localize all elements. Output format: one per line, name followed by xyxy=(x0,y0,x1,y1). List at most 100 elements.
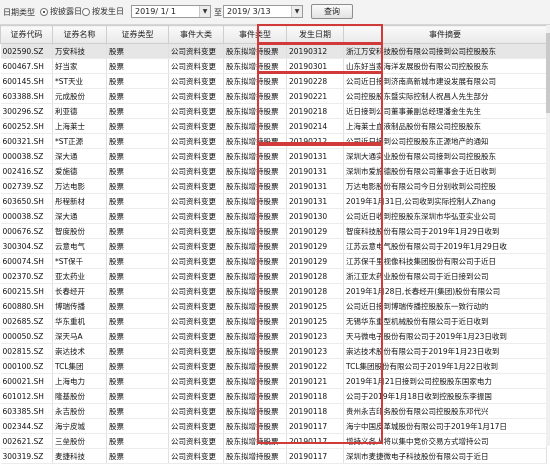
table-row[interactable]: 002344.SZ 海宁皮城 股票 公司资料变更 股东拟增持股票 20190117 海宁中国… xyxy=(0,418,547,434)
cell-code: 002370.SZ xyxy=(0,268,53,284)
table-row[interactable]: 300304.SZ 云意电气 股票 公司资料变更 股东拟增持股票 20190129 江苏云意… xyxy=(0,238,547,254)
cell-date: 20190129 xyxy=(286,238,344,254)
cell-summary: 公司近日收到控股股东深圳市华弘亚实业公司 xyxy=(343,208,547,224)
chevron-down-icon[interactable]: ▼ xyxy=(199,6,210,17)
table-row[interactable]: 600215.SH 长春经开 股票 公司资料变更 股东拟增持股票 20190128 2019… xyxy=(0,283,547,299)
cell-code: 002685.SZ xyxy=(0,313,53,329)
cell-event-category: 公司资料变更 xyxy=(168,433,224,449)
cell-security-type: 股票 xyxy=(106,343,169,359)
column-header-summary[interactable]: 事件摘要 xyxy=(343,25,547,44)
cell-security-type: 股票 xyxy=(106,268,169,284)
cell-summary: 天马微电子股份有限公司于2019年1月23日收到 xyxy=(343,328,547,344)
cell-name: 海宁皮城 xyxy=(52,418,107,434)
cell-event-type: 股东拟增持股票 xyxy=(223,118,287,134)
chevron-down-icon[interactable]: ▼ xyxy=(291,6,302,17)
cell-date: 20190301 xyxy=(286,58,344,74)
cell-code: 600467.SH xyxy=(0,58,53,74)
scrollbar-thumb[interactable] xyxy=(546,33,550,113)
cell-code: 600074.SH xyxy=(0,253,53,269)
cell-security-type: 股票 xyxy=(106,43,169,59)
cell-event-category: 公司资料变更 xyxy=(168,298,224,314)
table-row[interactable]: 601012.SH 隆基股份 股票 公司资料变更 股东拟增持股票 20190118 公司于2… xyxy=(0,388,547,404)
table-row[interactable]: 002621.SZ 三垒股份 股票 公司资料变更 股东拟增持股票 20190117 增持义务… xyxy=(0,433,547,449)
cell-event-type: 股东拟增持股票 xyxy=(223,163,287,179)
cell-event-category: 公司资料变更 xyxy=(168,403,224,419)
table-row[interactable]: 002815.SZ 崇达技术 股票 公司资料变更 股东拟增持股票 20190123 崇达技术… xyxy=(0,343,547,359)
table-row[interactable]: 002739.SZ 万达电影 股票 公司资料变更 股东拟增持股票 20190131 万达电影… xyxy=(0,178,547,194)
cell-date: 20190228 xyxy=(286,73,344,89)
cell-date: 20190128 xyxy=(286,268,344,284)
table-row[interactable]: 600467.SH 好当家 股票 公司资料变更 股东拟增持股票 20190301 山东好当家… xyxy=(0,58,547,74)
table-row[interactable]: 600145.SH *ST天业 股票 公司资料变更 股东拟增持股票 20190228 公司近… xyxy=(0,73,547,89)
radio-announce-date[interactable]: 按披露日 xyxy=(40,6,82,17)
cell-date: 20190131 xyxy=(286,148,344,164)
cell-summary: TCL集团股份有限公司于2019年1月22日收到 xyxy=(343,358,547,374)
cell-event-type: 股东拟增持股票 xyxy=(223,433,287,449)
cell-event-category: 公司资料变更 xyxy=(168,343,224,359)
end-date-value: 2019/ 3/13 xyxy=(227,7,271,16)
cell-date: 20190218 xyxy=(286,103,344,119)
cell-event-type: 股东拟增持股票 xyxy=(223,88,287,104)
cell-code: 002416.SZ xyxy=(0,163,53,179)
cell-summary: 深圳市麦捷微电子科技股份有限公司于近日 xyxy=(343,448,547,464)
table-row[interactable]: 002685.SZ 华东重机 股票 公司资料变更 股东拟增持股票 20190125 无锡华东… xyxy=(0,313,547,329)
column-header-date[interactable]: 发生日期 xyxy=(286,25,344,44)
cell-security-type: 股票 xyxy=(106,238,169,254)
radio-announce-label: 按披露日 xyxy=(50,7,82,16)
cell-event-category: 公司资料变更 xyxy=(168,373,224,389)
cell-summary: 深圳市爱施德股份有限公司董事会于近日收到 xyxy=(343,163,547,179)
start-date-value: 2019/ 1/ 1 xyxy=(135,7,177,16)
cell-name: 万达电影 xyxy=(52,178,107,194)
table-row[interactable]: 002590.SZ 万安科技 股票 公司资料变更 股东拟增持股票 20190312 浙江万安… xyxy=(0,43,547,59)
cell-security-type: 股票 xyxy=(106,448,169,464)
table-row[interactable]: 002370.SZ 亚太药业 股票 公司资料变更 股东拟增持股票 20190128 浙江亚太… xyxy=(0,268,547,284)
table-row[interactable]: 000676.SZ 智度股份 股票 公司资料变更 股东拟增持股票 20190129 智度科技… xyxy=(0,223,547,239)
cell-date: 20190117 xyxy=(286,433,344,449)
cell-code: 300304.SZ xyxy=(0,238,53,254)
cell-name: TCL集团 xyxy=(52,358,107,374)
end-date-picker[interactable]: 2019/ 3/13 ▼ xyxy=(223,5,303,18)
table-row[interactable]: 000050.SZ 深天马A 股票 公司资料变更 股东拟增持股票 20190123 天马微电… xyxy=(0,328,547,344)
cell-code: 300319.SZ xyxy=(0,448,53,464)
cell-event-type: 股东拟增持股票 xyxy=(223,373,287,389)
table-row[interactable]: 600074.SH *ST保千 股票 公司资料变更 股东拟增持股票 20190129 江苏保… xyxy=(0,253,547,269)
table-row[interactable]: 000038.SZ 深大通 股票 公司资料变更 股东拟增持股票 20190131 深圳大通实… xyxy=(0,148,547,164)
cell-event-type: 股东拟增持股票 xyxy=(223,133,287,149)
cell-summary: 上海莱士血液制品股份有限公司控股股东 xyxy=(343,118,547,134)
table-row[interactable]: 300319.SZ 麦捷科技 股票 公司资料变更 股东拟增持股票 20190117 深圳市麦… xyxy=(0,448,547,464)
table-row[interactable]: 603385.SH 永吉股份 股票 公司资料变更 股东拟增持股票 20190118 贵州永吉… xyxy=(0,403,547,419)
column-header-name[interactable]: 证券名称 xyxy=(52,25,107,44)
cell-security-type: 股票 xyxy=(106,373,169,389)
cell-event-category: 公司资料变更 xyxy=(168,193,224,209)
query-button[interactable]: 查询 xyxy=(311,4,353,19)
table-row[interactable]: 600021.SH 上海电力 股票 公司资料变更 股东拟增持股票 20190121 2019… xyxy=(0,373,547,389)
cell-summary: 2019年1月21日接到公司控股股东国家电力 xyxy=(343,373,547,389)
table-row[interactable]: 600252.SH 上海莱士 股票 公司资料变更 股东拟增持股票 20190214 上海莱士… xyxy=(0,118,547,134)
cell-name: 崇达技术 xyxy=(52,343,107,359)
table-row[interactable]: 002416.SZ 爱施德 股票 公司资料变更 股东拟增持股票 20190131 深圳市爱施… xyxy=(0,163,547,179)
table-row[interactable]: 603650.SH 彤程新材 股票 公司资料变更 股东拟增持股票 20190131 2019… xyxy=(0,193,547,209)
cell-date: 20190214 xyxy=(286,118,344,134)
cell-name: 上海莱士 xyxy=(52,118,107,134)
start-date-picker[interactable]: 2019/ 1/ 1 ▼ xyxy=(131,5,211,18)
table-row[interactable]: 000100.SZ TCL集团 股票 公司资料变更 股东拟增持股票 20190122 TCL… xyxy=(0,358,547,374)
table-row[interactable]: 600321.SH *ST正源 股票 公司资料变更 股东拟增持股票 20190212 公司近… xyxy=(0,133,547,149)
table-row[interactable]: 603388.SH 元成股份 股票 公司资料变更 股东拟增持股票 20190221 公司控股… xyxy=(0,88,547,104)
cell-event-category: 公司资料变更 xyxy=(168,358,224,374)
table-header-row: 证券代码 证券名称 证券类型 事件大类 事件类型 发生日期 事件摘要 xyxy=(0,25,547,44)
column-header-code[interactable]: 证券代码 xyxy=(0,25,53,44)
table-row[interactable]: 300296.SZ 利亚德 股票 公司资料变更 股东拟增持股票 20190218 近日接到公… xyxy=(0,103,547,119)
cell-name: 智度股份 xyxy=(52,223,107,239)
cell-event-category: 公司资料变更 xyxy=(168,88,224,104)
table-row[interactable]: 000038.SZ 深大通 股票 公司资料变更 股东拟增持股票 20190130 公司近日收… xyxy=(0,208,547,224)
cell-code: 603650.SH xyxy=(0,193,53,209)
column-header-security-type[interactable]: 证券类型 xyxy=(106,25,169,44)
column-header-event-category[interactable]: 事件大类 xyxy=(168,25,224,44)
radio-occur-date[interactable]: 按发生日 xyxy=(82,6,124,17)
cell-security-type: 股票 xyxy=(106,163,169,179)
cell-summary: 山东好当家海洋发展股份有限公司控股股东 xyxy=(343,58,547,74)
table-row[interactable]: 600880.SH 博瑞传播 股票 公司资料变更 股东拟增持股票 20190125 公司近日… xyxy=(0,298,547,314)
vertical-scrollbar[interactable] xyxy=(546,25,550,446)
column-header-event-type[interactable]: 事件类型 xyxy=(223,25,287,44)
cell-code: 600252.SH xyxy=(0,118,53,134)
